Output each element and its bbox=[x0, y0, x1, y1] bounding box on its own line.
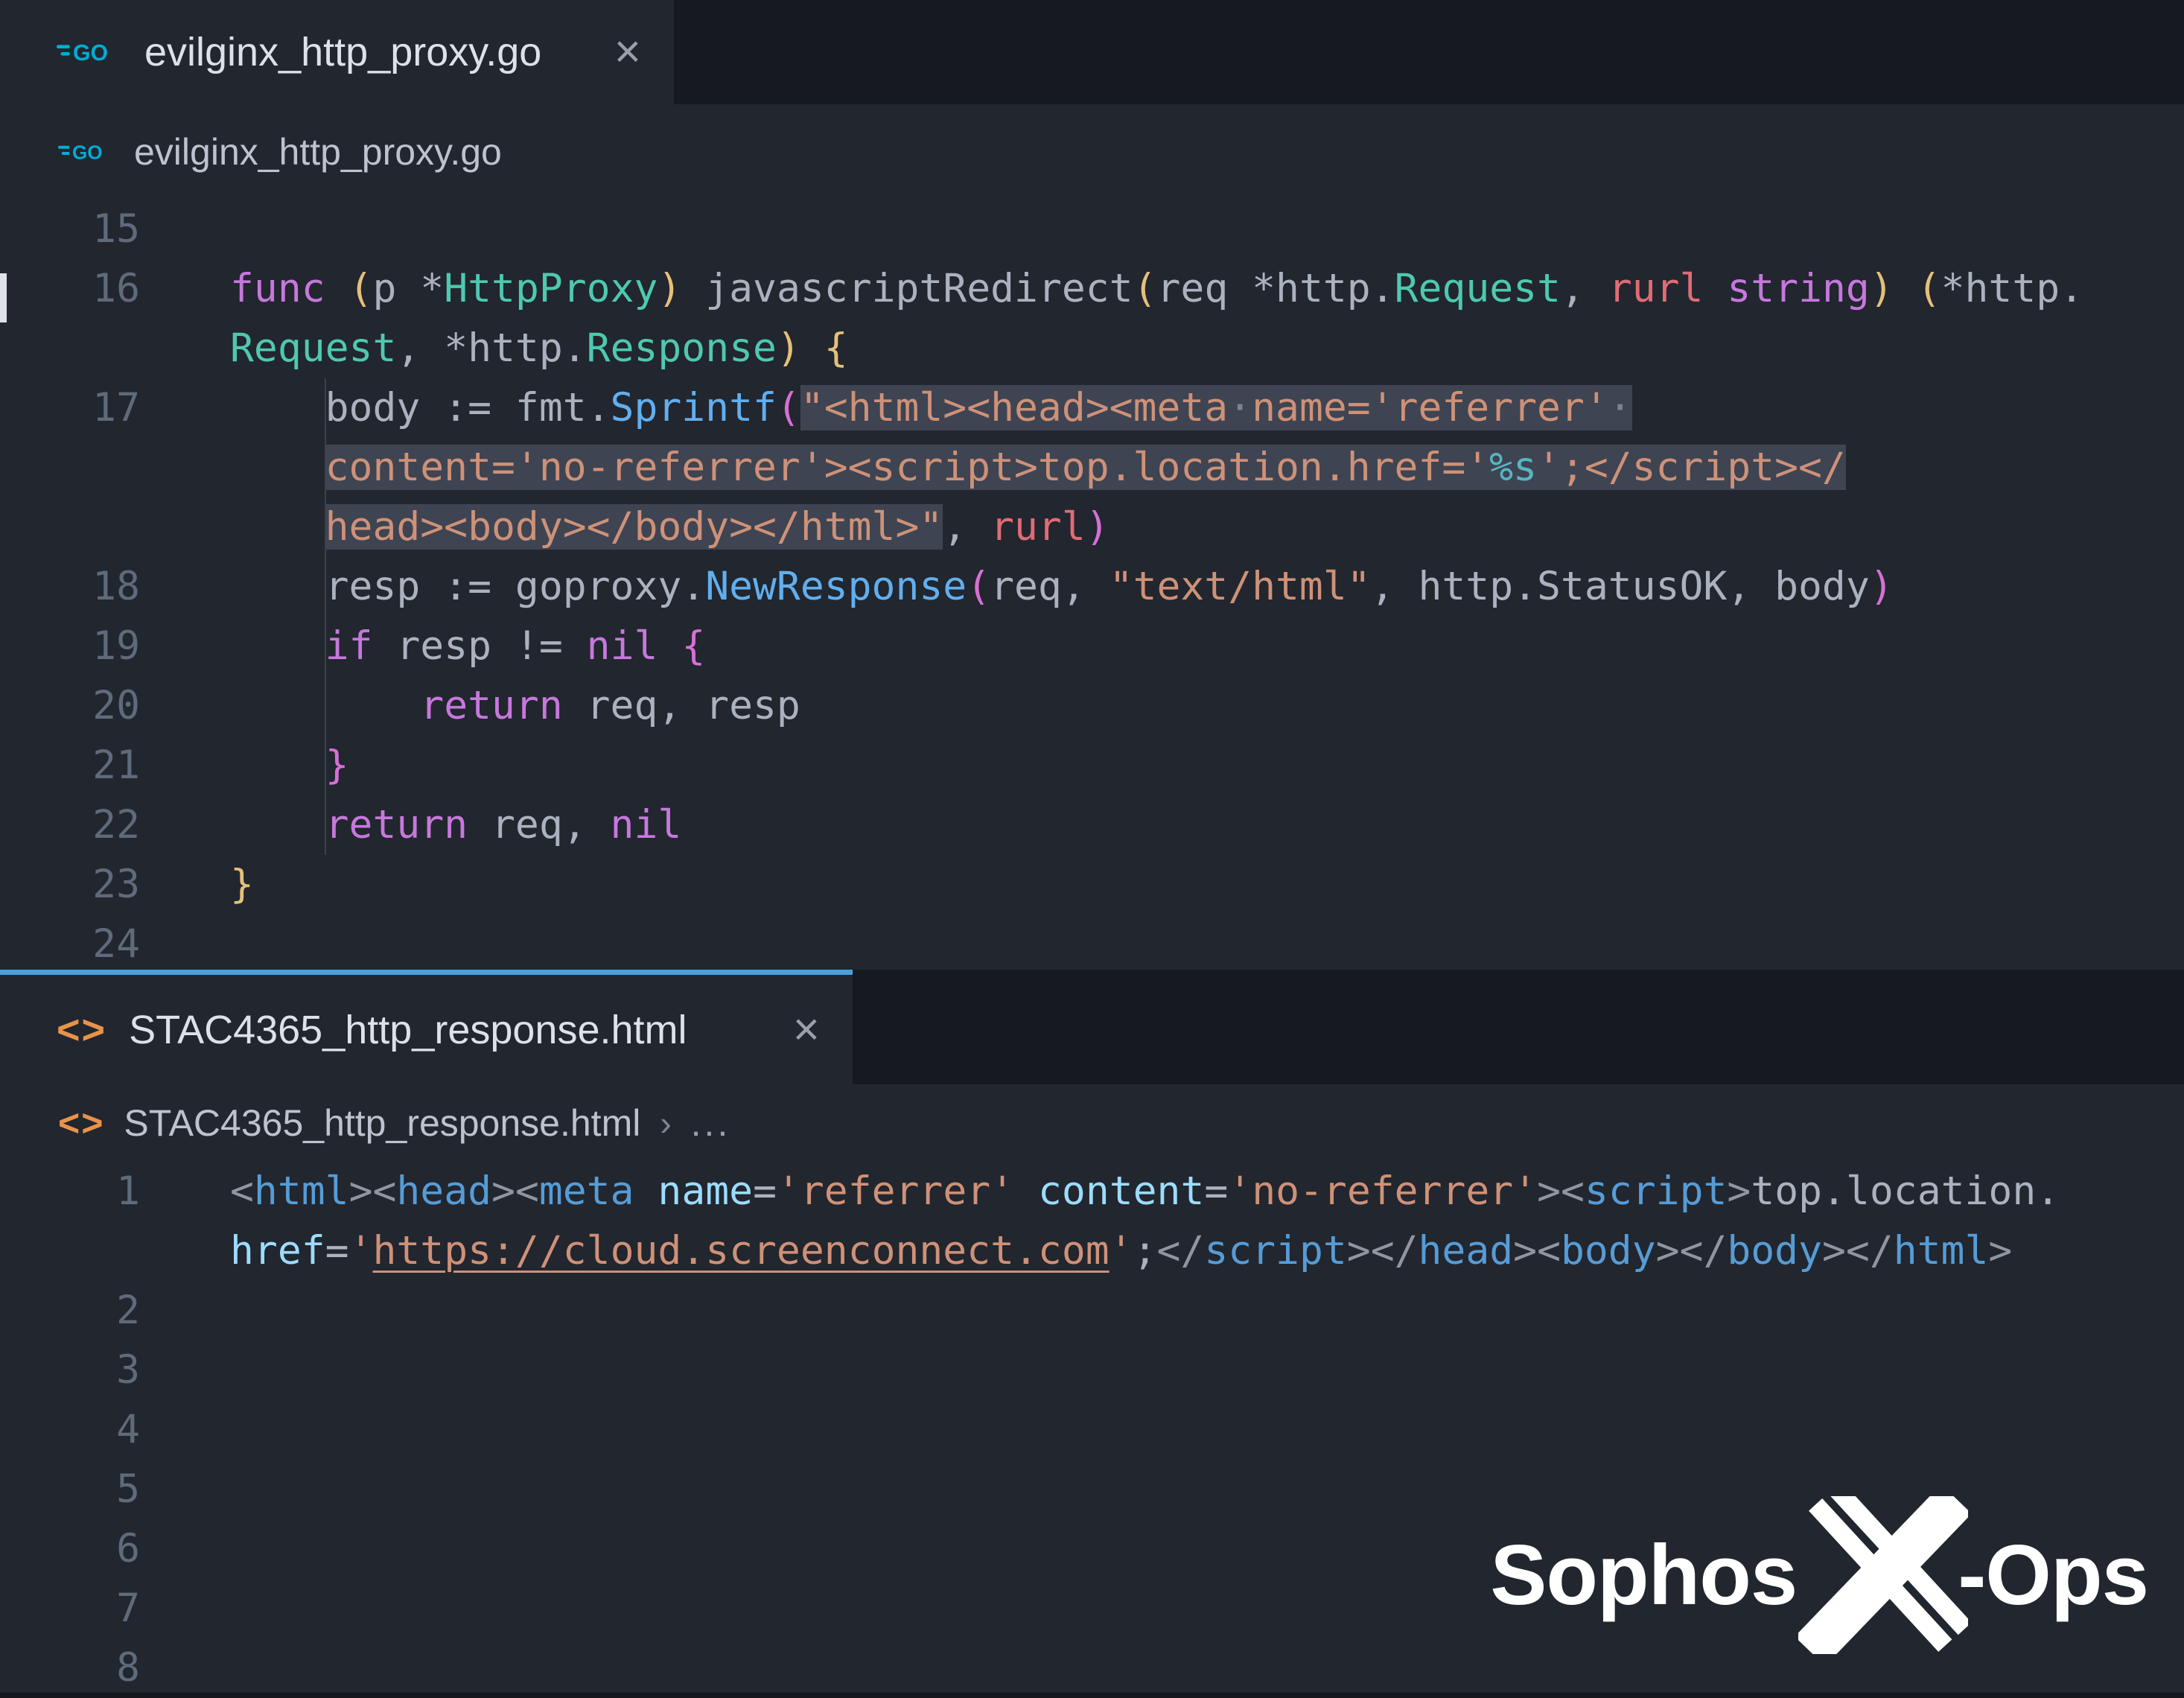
code-line[interactable]: func (p *HttpProxy) javascriptRedirect(r… bbox=[230, 259, 2184, 319]
code-line[interactable]: body := fmt.Sprintf("<html><head><meta·n… bbox=[230, 378, 2184, 438]
tab-label: evilginx_http_proxy.go bbox=[144, 29, 541, 75]
line-number: 24 bbox=[0, 915, 140, 974]
top-code: 1516 func (p *HttpProxy) javascriptRedire… bbox=[0, 200, 2184, 974]
logo-brand: Sophos bbox=[1490, 1527, 1797, 1624]
code-row: 18 resp := goproxy.NewResponse(req, "tex… bbox=[0, 557, 2184, 617]
logo-suffix: -Ops bbox=[1958, 1527, 2148, 1624]
code-row: 20 return req, resp bbox=[0, 676, 2184, 736]
code-row: content='no-referrer'><script>top.locati… bbox=[0, 438, 2184, 497]
code-row: 3 bbox=[0, 1341, 2184, 1400]
breadcrumb-file[interactable]: STAC4365_http_response.html bbox=[124, 1101, 640, 1145]
line-number: 17 bbox=[0, 378, 140, 438]
code-row: 2 bbox=[0, 1281, 2184, 1341]
line-number: 8 bbox=[0, 1638, 140, 1698]
code-row: 24 bbox=[0, 915, 2184, 974]
html-file-icon: <> bbox=[57, 1007, 106, 1053]
code-line[interactable]: head><body></body></html>", rurl) bbox=[230, 497, 2184, 557]
code-line[interactable]: if resp != nil { bbox=[230, 617, 2184, 676]
line-number: 23 bbox=[0, 855, 140, 915]
code-line[interactable]: content='no-referrer'><script>top.locati… bbox=[230, 438, 2184, 497]
breadcrumb-ellipsis[interactable]: ... bbox=[691, 1101, 731, 1145]
go-file-icon: GO bbox=[57, 36, 122, 69]
line-number: 16 bbox=[0, 259, 140, 319]
code-row: 17 body := fmt.Sprintf("<html><head><met… bbox=[0, 378, 2184, 438]
code-row: Request, *http.Response) { bbox=[0, 319, 2184, 378]
code-row: 22 return req, nil bbox=[0, 795, 2184, 855]
html-file-icon: <> bbox=[58, 1101, 104, 1145]
line-number: 22 bbox=[0, 795, 140, 855]
code-line[interactable]: } bbox=[230, 736, 2184, 795]
top-tab-bar: GO evilginx_http_proxy.go × bbox=[0, 0, 2184, 104]
close-icon[interactable]: × bbox=[793, 1007, 820, 1053]
line-number: 20 bbox=[0, 676, 140, 736]
line-number: 18 bbox=[0, 557, 140, 617]
code-row: 1 <html><head><meta name='referrer' conte… bbox=[0, 1162, 2184, 1221]
x-icon bbox=[1798, 1496, 1968, 1654]
line-number: 1 bbox=[0, 1162, 140, 1221]
code-row: 15 bbox=[0, 200, 2184, 259]
breadcrumb-file[interactable]: evilginx_http_proxy.go bbox=[134, 130, 502, 174]
line-number: 4 bbox=[0, 1400, 140, 1460]
bottom-tab-bar: <> STAC4365_http_response.html × bbox=[0, 970, 2184, 1084]
code-line[interactable]: } bbox=[230, 855, 2184, 915]
code-row: head><body></body></html>", rurl) bbox=[0, 497, 2184, 557]
code-line[interactable]: Request, *http.Response) { bbox=[230, 319, 2184, 378]
line-number: 15 bbox=[0, 200, 140, 259]
svg-text:GO: GO bbox=[73, 41, 108, 66]
code-line[interactable]: href='https://cloud.screenconnect.com';<… bbox=[230, 1221, 2184, 1281]
code-row: 4 bbox=[0, 1400, 2184, 1460]
tab-stac4365-http-response[interactable]: <> STAC4365_http_response.html × bbox=[0, 970, 853, 1084]
indent-guide bbox=[325, 378, 326, 855]
top-breadcrumb: GO evilginx_http_proxy.go bbox=[0, 104, 2184, 200]
code-row: 21 } bbox=[0, 736, 2184, 795]
code-row: 19 if resp != nil { bbox=[0, 617, 2184, 676]
close-icon[interactable]: × bbox=[614, 29, 641, 75]
svg-text:GO: GO bbox=[72, 142, 103, 164]
sophos-xops-logo: Sophos -Ops bbox=[1490, 1496, 2148, 1654]
line-number: 21 bbox=[0, 736, 140, 795]
code-line[interactable]: <html><head><meta name='referrer' conten… bbox=[230, 1162, 2184, 1221]
tab-label: STAC4365_http_response.html bbox=[129, 1007, 687, 1053]
code-row: 16 func (p *HttpProxy) javascriptRedirect… bbox=[0, 259, 2184, 319]
bottom-breadcrumb: <> STAC4365_http_response.html › ... bbox=[0, 1084, 2184, 1162]
code-line[interactable]: resp := goproxy.NewResponse(req, "text/h… bbox=[230, 557, 2184, 617]
line-number: 7 bbox=[0, 1579, 140, 1638]
line-number: 3 bbox=[0, 1341, 140, 1400]
left-edge-artifact bbox=[0, 273, 7, 322]
go-editor-panel: GO evilginx_http_proxy.go × GO evilginx_… bbox=[0, 0, 2184, 970]
chevron-right-icon: › bbox=[660, 1103, 671, 1143]
code-line[interactable]: return req, nil bbox=[230, 795, 2184, 855]
line-number: 2 bbox=[0, 1281, 140, 1341]
code-row: href='https://cloud.screenconnect.com';<… bbox=[0, 1221, 2184, 1281]
code-row: 23} bbox=[0, 855, 2184, 915]
line-number: 5 bbox=[0, 1460, 140, 1519]
code-line[interactable]: return req, resp bbox=[230, 676, 2184, 736]
line-number: 19 bbox=[0, 617, 140, 676]
tab-evilginx-http-proxy[interactable]: GO evilginx_http_proxy.go × bbox=[0, 0, 674, 104]
go-file-icon: GO bbox=[58, 138, 115, 166]
line-number: 6 bbox=[0, 1519, 140, 1579]
